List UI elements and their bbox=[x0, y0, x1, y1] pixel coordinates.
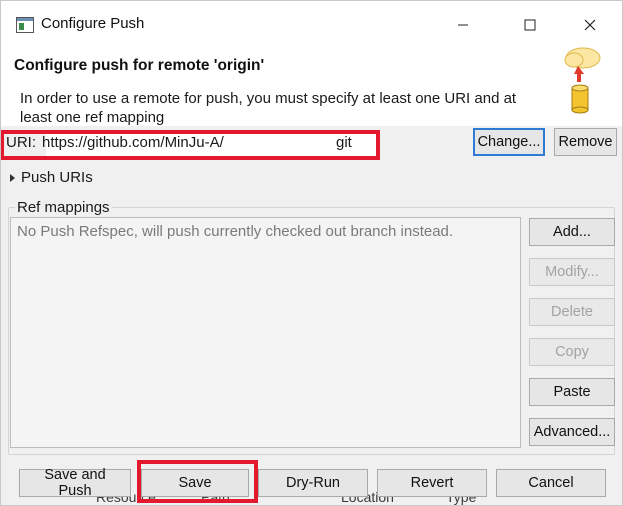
copy-refspec-button[interactable]: Copy bbox=[529, 338, 615, 366]
expand-arrow-icon bbox=[10, 173, 15, 182]
eclipse-dialog-icon bbox=[16, 17, 34, 33]
window-title: Configure Push bbox=[41, 15, 145, 32]
minimize-button[interactable] bbox=[441, 8, 485, 42]
ref-mappings-list[interactable] bbox=[10, 217, 521, 448]
remove-uri-button[interactable]: Remove bbox=[554, 128, 617, 156]
cloud-upload-database-icon bbox=[564, 47, 601, 114]
change-uri-button[interactable]: Change... bbox=[473, 128, 545, 156]
save-highlight-box bbox=[137, 460, 258, 503]
revert-button[interactable]: Revert bbox=[377, 469, 487, 497]
uri-highlight-box bbox=[0, 130, 380, 160]
modify-refspec-button[interactable]: Modify... bbox=[529, 258, 615, 286]
delete-refspec-button[interactable]: Delete bbox=[529, 298, 615, 326]
ref-mappings-label: Ref mappings bbox=[15, 199, 112, 216]
dialog-heading: Configure push for remote 'origin' bbox=[14, 57, 265, 74]
advanced-button[interactable]: Advanced... bbox=[529, 418, 615, 446]
close-button[interactable] bbox=[568, 8, 612, 42]
paste-refspec-button[interactable]: Paste bbox=[529, 378, 615, 406]
ref-mappings-empty-text: No Push Refspec, will push currently che… bbox=[17, 223, 454, 240]
save-and-push-button[interactable]: Save and Push bbox=[19, 467, 131, 499]
close-icon bbox=[584, 19, 596, 31]
push-uris-section[interactable]: Push URIs bbox=[10, 169, 93, 186]
minimize-icon bbox=[458, 24, 468, 26]
dry-run-button[interactable]: Dry-Run bbox=[258, 469, 368, 497]
push-uris-label: Push URIs bbox=[21, 169, 93, 186]
cancel-button[interactable]: Cancel bbox=[496, 469, 606, 497]
dialog-description: In order to use a remote for push, you m… bbox=[20, 90, 517, 126]
add-refspec-button[interactable]: Add... bbox=[529, 218, 615, 246]
maximize-icon bbox=[524, 19, 536, 31]
maximize-button[interactable] bbox=[508, 8, 552, 42]
